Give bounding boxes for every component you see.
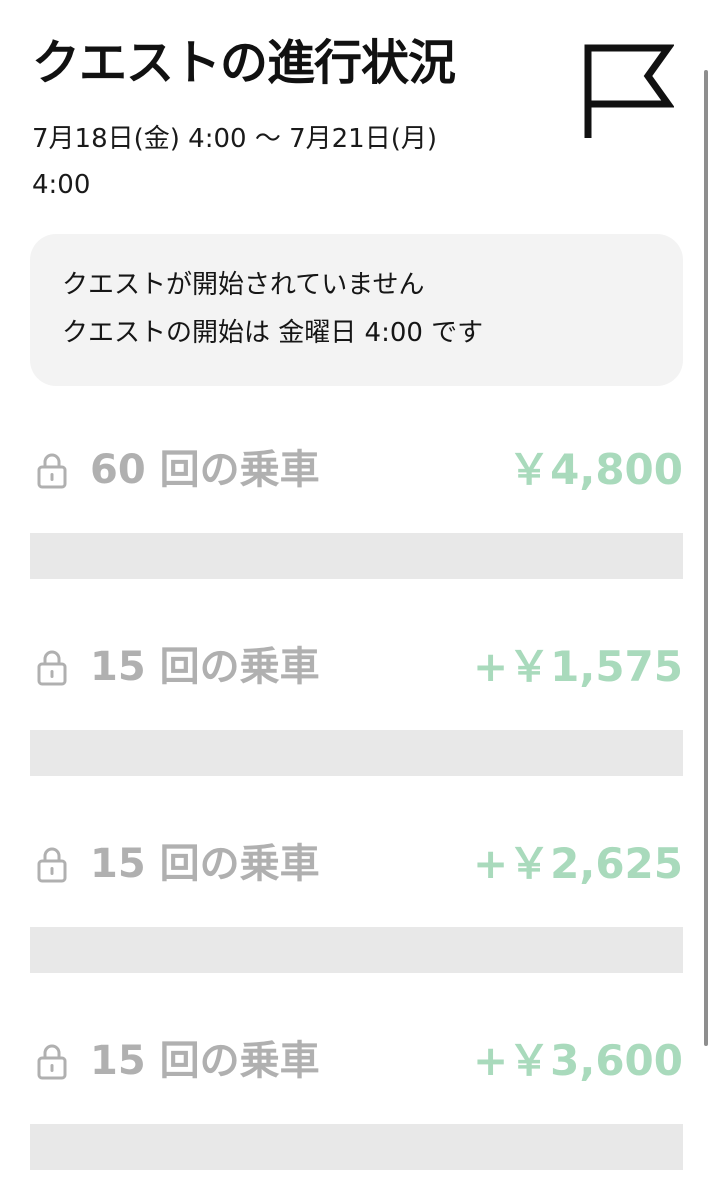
scrollbar[interactable] [704, 70, 708, 1046]
lock-icon [37, 453, 67, 489]
quest-progress-bar [30, 533, 683, 579]
quest-ride-count: 15 回の乗車 [90, 841, 320, 887]
quest-reward-amount: +￥1,575 [472, 642, 683, 691]
quest-reward-amount: +￥2,625 [472, 839, 683, 888]
lock-icon [37, 847, 67, 883]
quest-item: 15 回の乗車 +￥2,625 [30, 835, 683, 981]
page-title: クエストの進行状況 [32, 35, 456, 91]
quest-item: 15 回の乗車 +￥3,600 [30, 1032, 683, 1178]
quest-progress-bar [30, 730, 683, 776]
quest-item: 15 回の乗車 +￥1,575 [30, 638, 683, 784]
flag-icon[interactable] [584, 44, 674, 140]
quest-ride-count: 15 回の乗車 [90, 644, 320, 690]
quest-not-started-notice: クエストが開始されていません クエストの開始は 金曜日 4:00 です [30, 234, 683, 386]
notice-status-text: クエストが開始されていません [62, 270, 425, 300]
quest-progress-bar [30, 1124, 683, 1170]
notice-start-time-text: クエストの開始は 金曜日 4:00 です [62, 318, 484, 348]
quest-ride-count: 15 回の乗車 [90, 1038, 320, 1084]
quest-reward-amount: ￥4,800 [508, 445, 683, 494]
quest-item: 60 回の乗車 ￥4,800 [30, 441, 683, 587]
date-range: 7月18日(金) 4:00 〜 7月21日(月) 4:00 [32, 124, 438, 200]
lock-icon [37, 1044, 67, 1080]
quest-ride-count: 60 回の乗車 [90, 447, 320, 493]
lock-icon [37, 650, 67, 686]
quest-progress-bar [30, 927, 683, 973]
quest-reward-amount: +￥3,600 [472, 1036, 683, 1085]
